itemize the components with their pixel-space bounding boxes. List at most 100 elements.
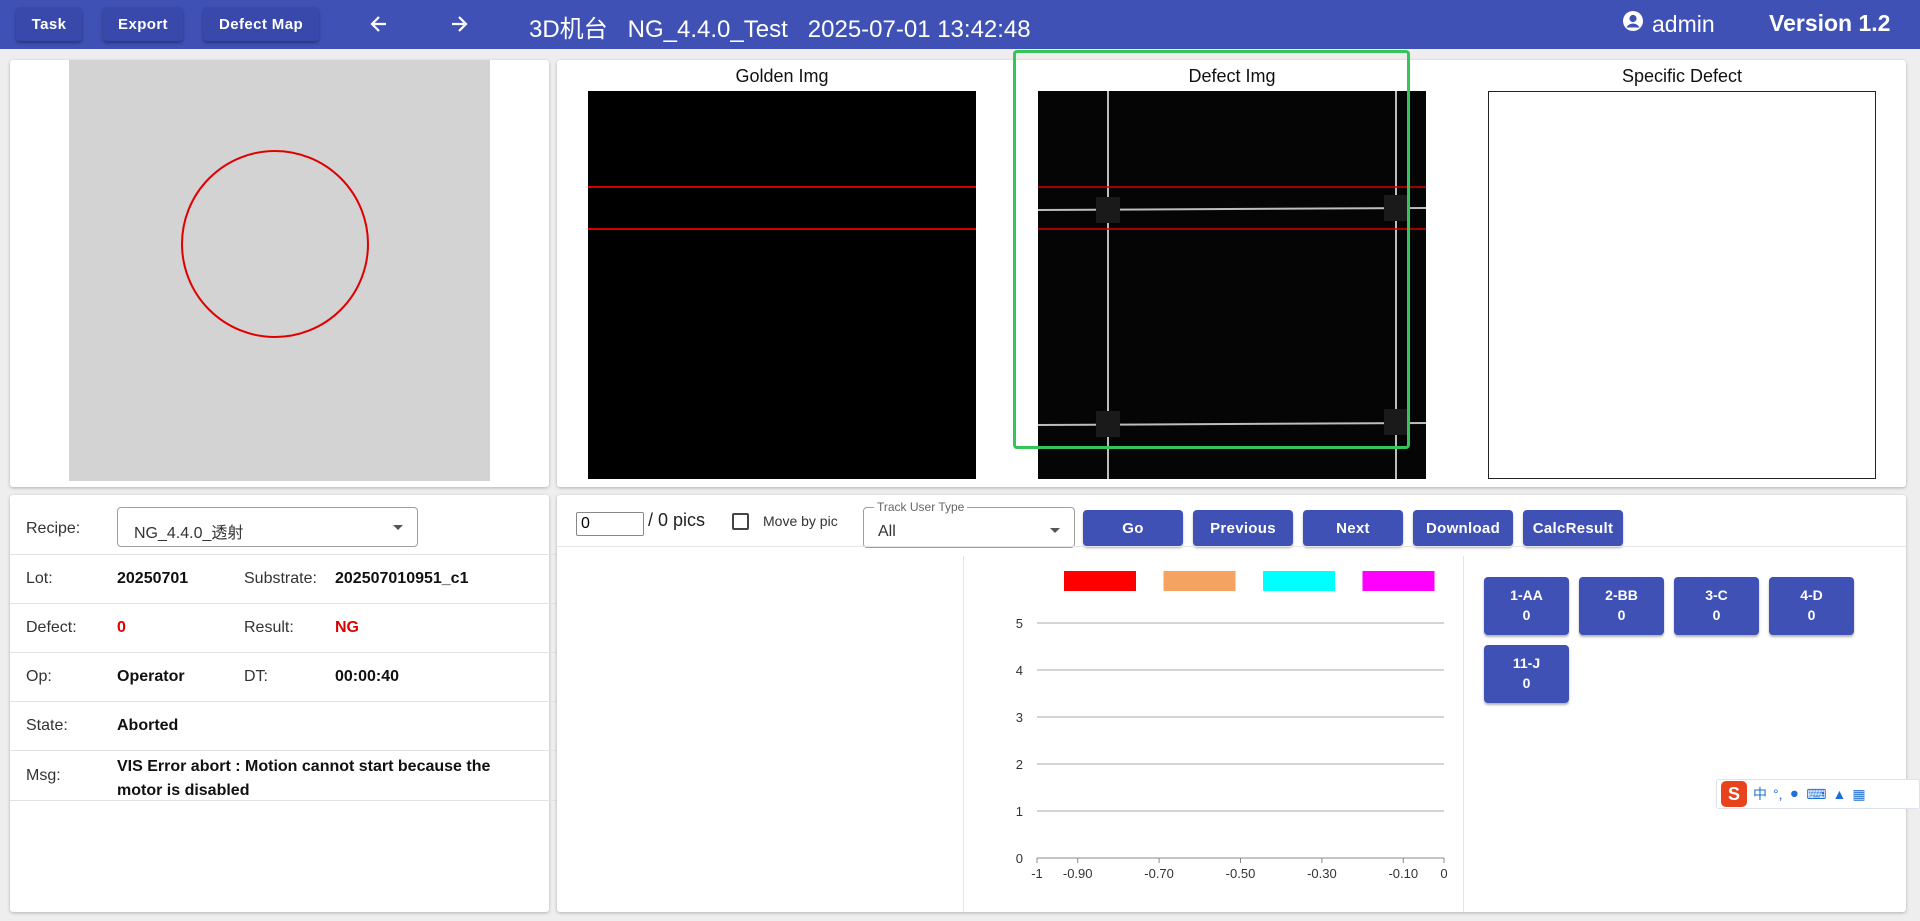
ime-toolbar[interactable]: S 中 °, ⚫ ⌨ ▲ ▦ (1716, 779, 1920, 809)
pics-count: / 0 pics (648, 510, 706, 530)
top-app-bar: Task Export Defect Map 3D机台 NG_4.4.0_Tes… (0, 0, 1920, 49)
defect-class-count: 0 (1617, 607, 1626, 623)
state-row: State: Aborted (10, 702, 559, 751)
defect-class-button-4-d[interactable]: 4-D 0 (1769, 577, 1854, 635)
defect-class-button-1-aa[interactable]: 1-AA 0 (1484, 577, 1569, 635)
username: admin (1652, 10, 1715, 37)
msg-row: Msg: VIS Error abort : Motion cannot sta… (10, 751, 559, 801)
substrate-value: 202507010951_c1 (335, 570, 469, 587)
x-tick-label: -0.30 (1307, 866, 1337, 881)
wafer-outline (181, 150, 369, 338)
op-label: Op: (26, 668, 52, 685)
x-tick-label: -0.10 (1388, 866, 1418, 881)
defect-count: 0 (117, 619, 126, 636)
track-user-type-label: Track User Type (874, 500, 968, 514)
lot-value: 20250701 (117, 570, 189, 587)
keyboard-icon[interactable]: ⌨ (1806, 786, 1826, 803)
y-tick-label: 4 (1016, 663, 1023, 678)
analysis-panel: / 0 pics Move by pic Track User Type All… (557, 495, 1906, 912)
arrow-left-icon[interactable] (364, 10, 394, 38)
page-title: 3D机台 NG_4.4.0_Test 2025-07-01 13:42:48 (529, 16, 1031, 43)
wafer-map[interactable] (69, 60, 490, 481)
track-user-type-value: All (878, 523, 896, 540)
previous-button[interactable]: Previous (1193, 510, 1293, 546)
move-by-pic-checkbox[interactable] (732, 513, 749, 530)
y-tick-label: 0 (1016, 851, 1023, 866)
user-menu[interactable]: admin (1622, 10, 1715, 38)
export-button[interactable]: Export (103, 7, 183, 41)
lot-row: Lot: 20250701 Substrate: 202507010951_c1 (10, 555, 559, 604)
y-tick-label: 5 (1016, 616, 1023, 631)
toolbox-icon[interactable]: ▦ (1852, 786, 1865, 803)
defect-class-button-11-j[interactable]: 11-J 0 (1484, 645, 1569, 703)
result-label: Result: (244, 619, 294, 636)
op-value: Operator (117, 668, 185, 685)
move-by-pic-label: Move by pic (763, 513, 838, 529)
info-panel: Recipe: NG_4.4.0_透射 Lot: 20250701 Substr… (10, 495, 559, 912)
microphone-icon[interactable]: ⚫ (1789, 786, 1801, 803)
specific-defect-image[interactable] (1488, 91, 1876, 479)
chart-right-divider (1463, 556, 1464, 912)
pic-index-input[interactable] (576, 512, 644, 536)
images-panel: Golden Img Defect Img Specific Defect (557, 50, 1906, 487)
defect-class-name: 4-D (1800, 587, 1823, 603)
account-icon (1622, 10, 1644, 38)
defect-class-name: 11-J (1512, 655, 1541, 671)
defect-class-count: 0 (1522, 675, 1531, 691)
defect-class-name: 2-BB (1605, 587, 1638, 603)
x-tick-label: -1 (1031, 866, 1043, 881)
y-tick-label: 1 (1016, 804, 1023, 819)
op-row: Op: Operator DT: 00:00:40 (10, 653, 559, 702)
x-tick-label: -0.90 (1063, 866, 1093, 881)
state-label: State: (26, 717, 68, 734)
defect-class-name: 1-AA (1510, 587, 1543, 603)
dt-value: 00:00:40 (335, 668, 400, 685)
defect-class-button-2-bb[interactable]: 2-BB 0 (1579, 577, 1664, 635)
track-user-type-select[interactable]: Track User Type All (863, 500, 1075, 548)
next-button[interactable]: Next (1303, 510, 1403, 546)
msg-value: VIS Error abort : Motion cannot start be… (117, 758, 491, 799)
defect-class-button-3-c[interactable]: 3-C 0 (1674, 577, 1759, 635)
defect-class-name: 3-C (1705, 587, 1728, 603)
recipe-select[interactable]: NG_4.4.0_透射 (117, 507, 418, 547)
ime-mode-label: 中 (1753, 786, 1767, 802)
arrow-right-icon[interactable] (444, 10, 474, 38)
x-tick-label: 0 (1440, 866, 1447, 881)
defect-chart: 0 1 2 3 4 5 -1 -0.90 -0.70 -0.50 -0.30 -0.10 0 (1016, 571, 1448, 881)
skin-icon[interactable]: ▲ (1832, 786, 1846, 802)
chevron-down-icon (393, 525, 403, 530)
y-tick-label: 2 (1016, 757, 1023, 772)
go-button[interactable]: Go (1083, 510, 1183, 546)
dt-label: DT: (244, 668, 268, 685)
y-tick-label: 3 (1016, 710, 1023, 725)
legend-swatch-3 (1263, 571, 1335, 591)
defect-class-count: 0 (1712, 607, 1721, 623)
task-button[interactable]: Task (16, 7, 82, 41)
defect-row: Defect: 0 Result: NG (10, 604, 559, 653)
recipe-label: Recipe: (26, 520, 81, 537)
defect-label: Defect: (26, 619, 77, 636)
substrate-label: Substrate: (244, 570, 317, 587)
defect-map-button[interactable]: Defect Map (203, 7, 319, 41)
toolbar-divider (557, 546, 1906, 547)
legend-swatch-4 (1362, 571, 1435, 591)
version-label: Version 1.2 (1769, 10, 1891, 36)
msg-label: Msg: (26, 767, 61, 784)
download-button[interactable]: Download (1413, 510, 1513, 546)
state-value: Aborted (117, 717, 179, 734)
legend-swatch-2 (1163, 571, 1236, 591)
sogou-logo-icon: S (1721, 781, 1747, 807)
defect-class-count: 0 (1522, 607, 1531, 623)
defect-highlight-frame (1013, 50, 1410, 449)
golden-image[interactable] (588, 91, 976, 479)
golden-img-title: Golden Img (735, 66, 829, 86)
specific-defect-title: Specific Defect (1621, 66, 1743, 86)
punctuation-icon[interactable]: °, (1773, 786, 1783, 802)
recipe-row: Recipe: NG_4.4.0_透射 (10, 495, 559, 555)
x-tick-label: -0.70 (1144, 866, 1174, 881)
result-value: NG (335, 619, 359, 636)
recipe-value: NG_4.4.0_透射 (134, 525, 244, 542)
wafer-map-panel (10, 60, 549, 487)
x-tick-label: -0.50 (1226, 866, 1256, 881)
calcresult-button[interactable]: CalcResult (1523, 510, 1623, 546)
